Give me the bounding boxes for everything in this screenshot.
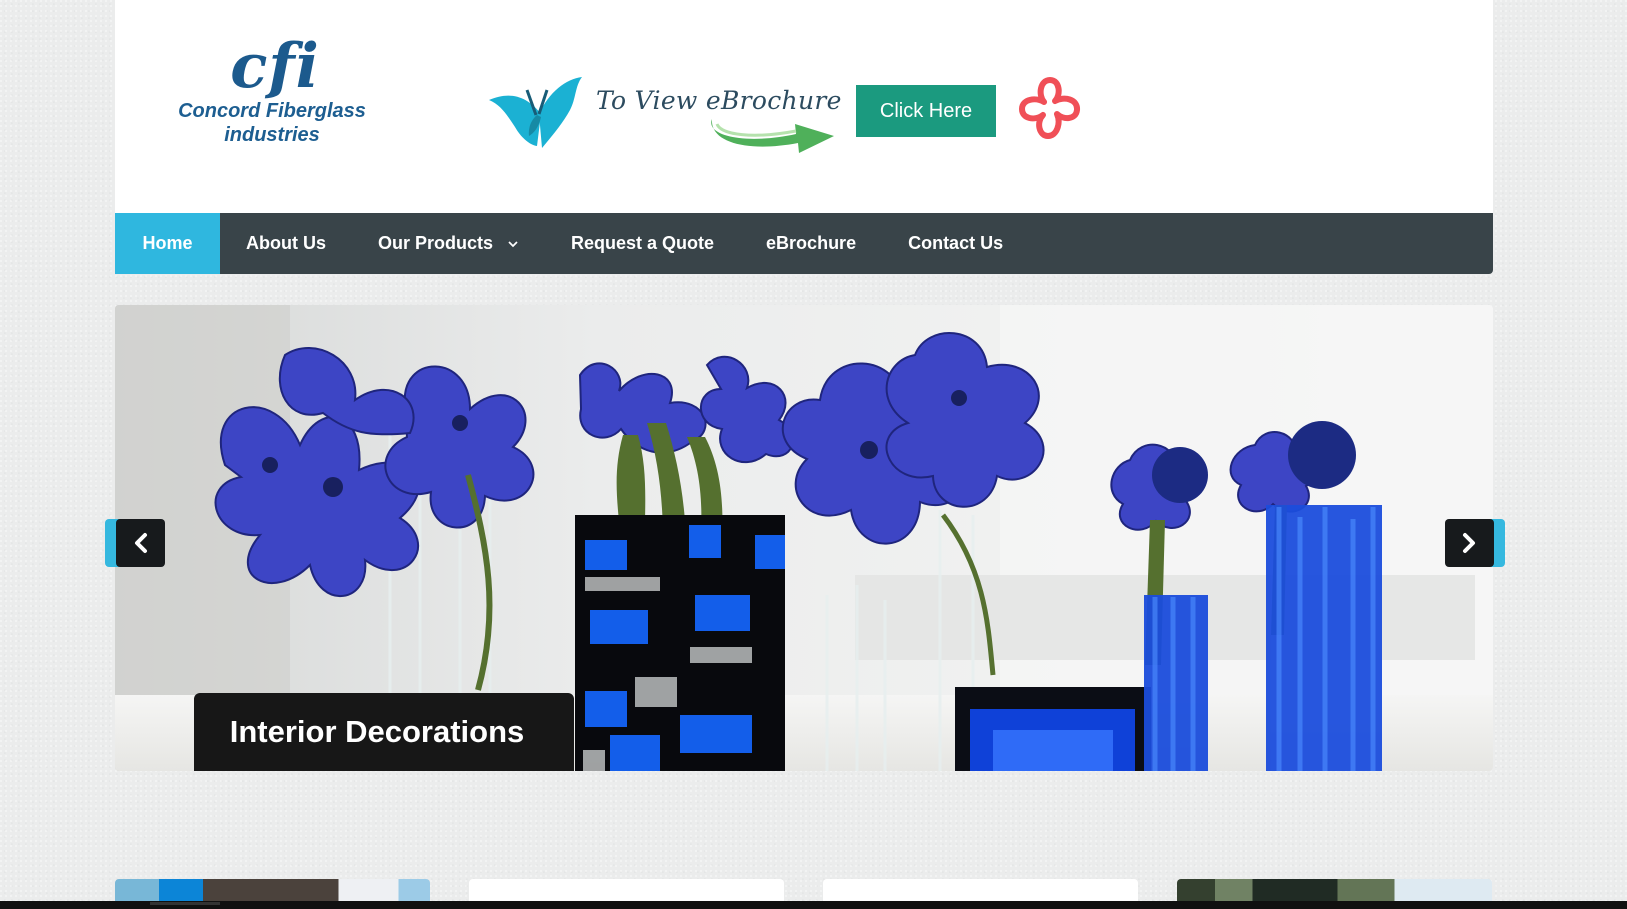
promo-text: To View eBrochure <box>596 86 842 115</box>
slider-previous-button[interactable] <box>116 519 165 567</box>
bottom-window-bar <box>0 901 1627 909</box>
site-header: cfi Concord Fiberglass industries To Vie… <box>115 0 1493 213</box>
ebrochure-promo: To View eBrochure Click Here <box>481 72 1216 153</box>
logo-mark: cfi <box>230 31 320 102</box>
window-tab-hint <box>150 902 220 905</box>
nav-about-us[interactable]: About Us <box>220 213 352 274</box>
chevron-left-icon <box>135 533 147 553</box>
click-here-button[interactable]: Click Here <box>856 85 996 137</box>
nav-request-a-quote[interactable]: Request a Quote <box>545 213 740 274</box>
logo-company-name: Concord Fiberglass <box>178 100 366 122</box>
main-navigation: Home About Us Our Products Request a Quo… <box>115 213 1493 274</box>
nav-ebrochure[interactable]: eBrochure <box>740 213 882 274</box>
site-logo[interactable]: cfi Concord Fiberglass industries <box>162 35 382 165</box>
nav-our-products-label: Our Products <box>378 233 494 253</box>
chevron-right-icon <box>1463 533 1475 553</box>
butterfly-icon <box>489 77 582 148</box>
slide-caption: Interior Decorations <box>194 693 574 771</box>
hero-slider: Interior Decorations <box>115 305 1493 771</box>
nav-home[interactable]: Home <box>115 213 220 274</box>
curved-arrow-icon <box>711 119 834 153</box>
web-page: cfi Concord Fiberglass industries To Vie… <box>115 0 1494 909</box>
flower-icon[interactable] <box>1014 72 1086 144</box>
nav-our-products[interactable]: Our Products <box>352 213 545 274</box>
nav-contact-us[interactable]: Contact Us <box>882 213 1029 274</box>
slider-next-button[interactable] <box>1445 519 1494 567</box>
chevron-down-icon <box>508 240 518 247</box>
logo-company-subtitle: industries <box>224 124 320 146</box>
